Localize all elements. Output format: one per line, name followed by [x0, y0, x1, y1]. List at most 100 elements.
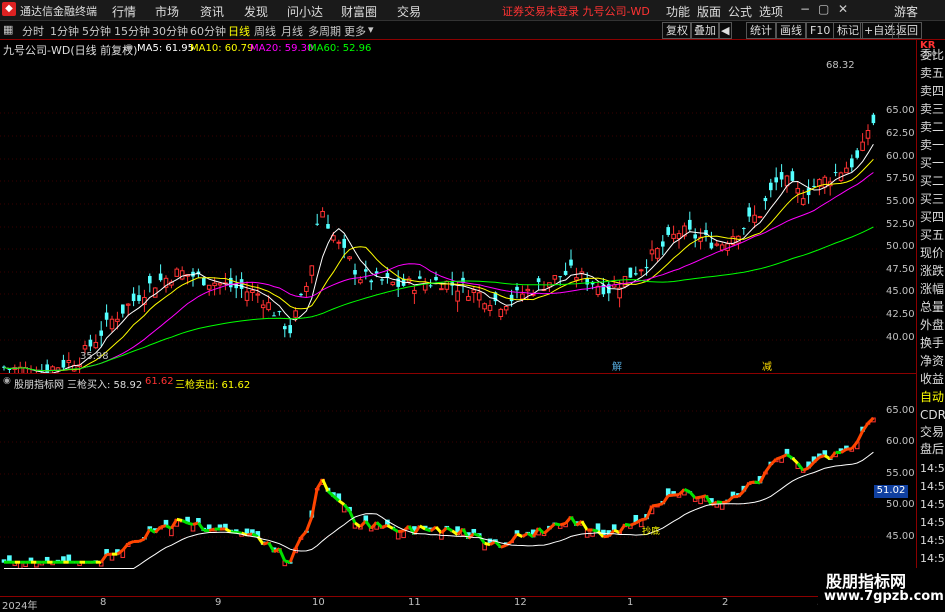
prev-icon[interactable]: ◀ [718, 22, 732, 39]
menu-formula[interactable]: 公式 [728, 3, 752, 20]
btn-adjust[interactable]: 复权 [662, 22, 692, 39]
y-tick-label: 47.50 [886, 264, 915, 275]
period-monthly[interactable]: 月线 [281, 23, 303, 39]
quote-panel-item: 净资 [920, 354, 944, 368]
app-title: 通达信金融终端 [20, 3, 97, 19]
quote-panel-item: 14:56 [920, 534, 945, 548]
restore-icon[interactable]: ▢ [818, 2, 829, 16]
period-weekly[interactable]: 周线 [254, 23, 276, 39]
quote-panel-item: 涨幅 [920, 282, 944, 296]
y-tick-label: 60.00 [886, 151, 915, 162]
quote-panel-item: 14:56 [920, 462, 945, 476]
close-icon[interactable]: ✕ [838, 2, 848, 16]
time-label: 9 [215, 597, 221, 608]
menu-options[interactable]: 选项 [759, 3, 783, 20]
minimize-icon[interactable]: − [800, 2, 810, 16]
quote-panel-item: 换手 [920, 336, 944, 350]
menu-wealth[interactable]: 财富圈 [341, 3, 377, 20]
period-bar: ▦ 分时 1分钟 5分钟 15分钟 30分钟 60分钟 日线 周线 月线 多周期… [0, 21, 945, 40]
quote-panel-item: 卖二 [920, 120, 944, 134]
quote-panel-item: 买四 [920, 210, 944, 224]
menu-news[interactable]: 资讯 [200, 3, 224, 20]
y-tick-label: 62.50 [886, 128, 915, 139]
watermark-url: www.7gpzb.com [824, 589, 944, 604]
quote-panel-item: 总量 [920, 300, 944, 314]
y-tick-label: 57.50 [886, 173, 915, 184]
y-tick-label: 45.00 [886, 286, 915, 297]
current-value-badge: 51.02 [874, 485, 908, 498]
indicator-chart[interactable]: ◉ 股朋指标网 三枪买入: 58.92 61.62 三枪卖出: 61.62 抄底… [0, 374, 917, 596]
menu-bar: ◆ 通达信金融终端 行情 市场 资讯 发现 问小达 财富圈 交易 证券交易未登录… [0, 0, 945, 21]
time-label: 11 [408, 597, 421, 608]
y-tick-label: 65.00 [886, 105, 915, 116]
y-tick-label: 52.50 [886, 219, 915, 230]
y-tick-label: 50.00 [886, 499, 915, 510]
menu-discover[interactable]: 发现 [244, 3, 268, 20]
y-tick-label: 60.00 [886, 436, 915, 447]
quote-panel-item: 卖五 [920, 66, 944, 80]
grid-icon[interactable]: ▦ [3, 23, 13, 36]
time-axis [0, 596, 916, 610]
quote-panel-item: 买五 [920, 228, 944, 242]
quote-panel-item: 现价 [920, 246, 944, 260]
btn-mark[interactable]: 标记 [833, 22, 863, 39]
quote-panel-item: 14:56 [920, 480, 945, 494]
quote-panel-item: 交易 [920, 425, 944, 439]
quote-panel-item: 外盘 [920, 318, 944, 332]
event-unlock[interactable]: 解 [612, 358, 622, 373]
menu-market[interactable]: 市场 [155, 3, 179, 20]
quote-panel-item: 买二 [920, 174, 944, 188]
menu-function[interactable]: 功能 [666, 3, 690, 20]
period-1min[interactable]: 1分钟 [50, 23, 79, 39]
period-tick[interactable]: 分时 [22, 23, 44, 39]
quote-panel-item: 自动 [920, 390, 944, 404]
time-label: 2 [722, 597, 728, 608]
y-tick-label: 50.00 [886, 241, 915, 252]
menu-quotes[interactable]: 行情 [112, 3, 136, 20]
time-label: 12 [514, 597, 527, 608]
quote-panel-item: 委比 [920, 48, 944, 62]
watermark: 股朋指标网 www.7gpzb.com [818, 568, 938, 608]
quote-panel-item: 卖三 [920, 102, 944, 116]
time-label: 10 [312, 597, 325, 608]
quote-panel-item: CDR [920, 408, 945, 422]
low-label: 35.98 [80, 351, 109, 362]
menu-trade[interactable]: 交易 [397, 3, 421, 20]
y-tick-label: 40.00 [886, 332, 915, 343]
period-5min[interactable]: 5分钟 [82, 23, 111, 39]
btn-overlay[interactable]: 叠加 [690, 22, 720, 39]
menu-ask[interactable]: 问小达 [287, 3, 323, 20]
period-30min[interactable]: 30分钟 [152, 23, 188, 39]
guest-label[interactable]: 游客 [894, 3, 918, 20]
chevron-down-icon[interactable]: ▾ [368, 23, 374, 36]
y-tick-label: 45.00 [886, 531, 915, 542]
period-15min[interactable]: 15分钟 [114, 23, 150, 39]
app-logo-icon: ◆ [2, 2, 16, 16]
event-reduce[interactable]: 减 [762, 358, 772, 373]
quote-panel-item: 涨跌 [920, 264, 944, 278]
quote-panel-item: 14:56 [920, 498, 945, 512]
btn-back[interactable]: 返回 [892, 22, 922, 39]
quote-panel-item: 卖一 [920, 138, 944, 152]
kline-canvas [0, 40, 916, 373]
indicator-note: 抄底 [642, 524, 660, 537]
time-label: 8 [100, 597, 106, 608]
kline-chart[interactable]: 九号公司-WD(日线 前复权) ◉ MA5: 61.95 MA10: 60.79… [0, 40, 917, 374]
btn-draw[interactable]: 画线 [776, 22, 806, 39]
menu-layout[interactable]: 版面 [697, 3, 721, 20]
period-60min[interactable]: 60分钟 [190, 23, 226, 39]
quote-panel-item: 14:56 [920, 552, 945, 566]
period-daily[interactable]: 日线 [228, 23, 250, 39]
time-label: 2024年 [2, 597, 37, 612]
btn-stats[interactable]: 统计 [746, 22, 776, 39]
period-more[interactable]: 更多 [344, 23, 366, 39]
period-multi[interactable]: 多周期 [308, 23, 341, 39]
btn-f10[interactable]: F10 [806, 22, 834, 39]
quote-panel-item: 买一 [920, 156, 944, 170]
login-status: 证券交易未登录 九号公司-WD [502, 3, 650, 19]
y-tick-label: 65.00 [886, 405, 915, 416]
y-tick-label: 42.50 [886, 309, 915, 320]
quote-panel-item: 收益 [920, 372, 944, 386]
quote-panel-item: 盘后 [920, 442, 944, 456]
quote-panel-item: 卖四 [920, 84, 944, 98]
